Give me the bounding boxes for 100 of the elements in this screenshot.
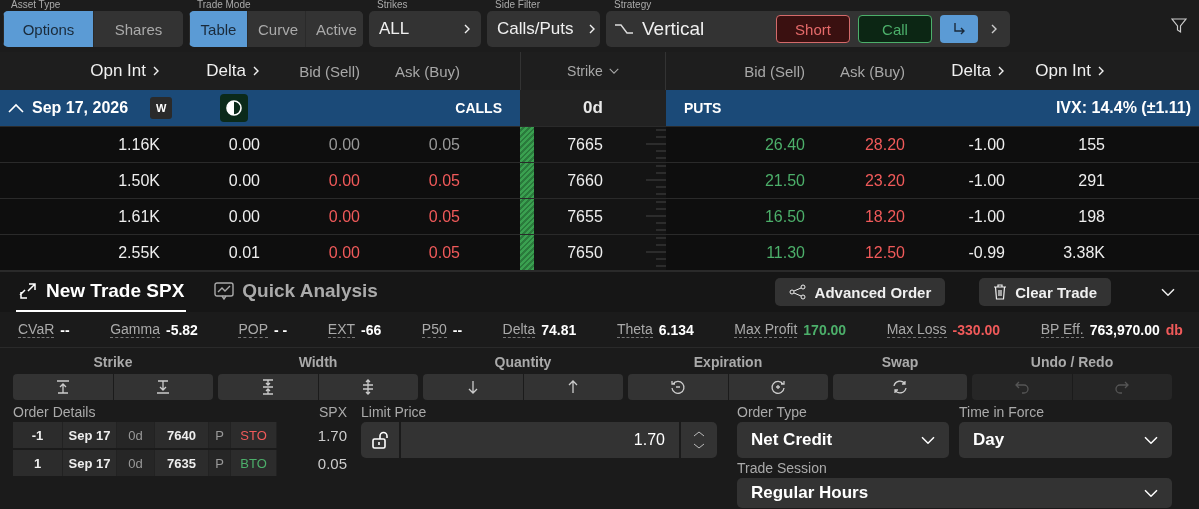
puts-label: PUTS: [683, 100, 722, 116]
panel-tab[interactable]: Quick Analysis: [212, 272, 380, 312]
trade-session-dropdown[interactable]: Regular Hours: [737, 478, 1172, 508]
metric-label: POP: [238, 321, 269, 338]
adjust-button[interactable]: [728, 374, 828, 400]
strike-cell: 7635: [155, 450, 209, 476]
bid-cell[interactable]: 21.50: [705, 171, 805, 190]
ask-cell[interactable]: 0.05: [360, 135, 460, 154]
segment-option[interactable]: Options: [3, 11, 93, 47]
ask-cell[interactable]: 0.05: [360, 171, 460, 190]
time-in-force-label: Time in Force: [959, 404, 1046, 422]
rewind-minus-icon: [669, 379, 686, 395]
metric-suffix: db: [1165, 321, 1183, 338]
metric-label: Gamma: [110, 321, 160, 338]
chevron-up-icon: [693, 431, 705, 437]
column-header[interactable]: Delta: [905, 61, 1005, 81]
ask-cell[interactable]: 0.05: [360, 207, 460, 226]
bid-cell[interactable]: 11.30: [705, 243, 805, 262]
column-header[interactable]: Bid (Sell): [705, 62, 805, 80]
column-header[interactable]: Bid (Sell): [260, 62, 360, 80]
adjust-button[interactable]: [628, 374, 728, 400]
date-cell: Sep 17: [63, 450, 117, 476]
metric-label: Max Loss: [886, 321, 947, 338]
metric-label: Delta: [502, 321, 536, 338]
clear-trade-button[interactable]: Clear Trade: [979, 278, 1111, 306]
limit-price-field[interactable]: 1.70: [401, 422, 679, 458]
strategy-name[interactable]: Vertical: [642, 18, 705, 40]
order-type-label: Order Type: [737, 404, 808, 422]
adjust-button[interactable]: [113, 374, 213, 400]
move-up-icon: [54, 379, 71, 395]
days-to-expiration: 0d: [520, 90, 666, 126]
delta-cell-text: 0.00: [227, 171, 260, 190]
ask-cell[interactable]: 28.20: [805, 135, 905, 154]
adjust-button[interactable]: [218, 374, 318, 400]
bid-cell[interactable]: 16.50: [705, 207, 805, 226]
adjuster-label: Swap: [880, 354, 920, 372]
column-header[interactable]: Opn Int: [1005, 61, 1105, 81]
adjust-button[interactable]: [13, 374, 113, 400]
limit-price-label: Limit Price: [361, 404, 428, 422]
chevron-down-icon: [1144, 435, 1158, 445]
metric-value: --: [60, 321, 70, 338]
open-interest-cell-text: 198: [1077, 207, 1105, 226]
call-button[interactable]: Call: [858, 15, 932, 43]
delta-cell-text: 0.00: [227, 207, 260, 226]
delta-cell-text: 0.01: [227, 243, 260, 262]
segment-option[interactable]: Active: [305, 11, 363, 47]
metric-value: 74.81: [541, 321, 577, 338]
bid-cell[interactable]: 26.40: [705, 135, 805, 154]
return-arrow-button[interactable]: [940, 15, 978, 43]
metric-label: Max Profit: [734, 321, 798, 338]
delta-cell-text: -1.00: [967, 135, 1005, 154]
chevron-down-icon: [921, 435, 935, 445]
strike-cell: 7640: [155, 422, 209, 448]
group-label: Strikes: [376, 0, 409, 11]
redo-icon: [1114, 379, 1131, 395]
collapse-caret-icon[interactable]: [8, 103, 24, 113]
open-interest-cell-text: 1.16K: [117, 135, 160, 154]
strike-cell-text: 7665: [566, 134, 604, 155]
bid-cell[interactable]: 0.00: [260, 243, 360, 262]
segment-option[interactable]: Shares: [93, 11, 183, 47]
column-header[interactable]: Ask (Buy): [360, 62, 460, 80]
delta-cell-text: -0.99: [967, 243, 1005, 262]
column-header[interactable]: Ask (Buy): [805, 62, 905, 80]
adjuster-label: Undo / Redo: [1029, 354, 1115, 372]
filter-icon[interactable]: [1171, 18, 1187, 34]
open-interest-cell-text: 291: [1077, 171, 1105, 190]
column-header[interactable]: Opn Int: [60, 61, 160, 81]
strikes-select[interactable]: ALL: [369, 11, 481, 47]
group-label: Asset Type: [10, 0, 62, 11]
order-details-label: Order Details: [13, 404, 97, 422]
adjust-button[interactable]: [318, 374, 418, 400]
delta-cell-text: -1.00: [967, 207, 1005, 226]
unlock-button[interactable]: [361, 422, 399, 458]
bid-cell[interactable]: 0.00: [260, 135, 360, 154]
leg-price: 0.05: [316, 453, 347, 474]
short-button[interactable]: Short: [776, 15, 850, 43]
ask-cell[interactable]: 12.50: [805, 243, 905, 262]
chevron-right-icon: [152, 65, 160, 77]
half-circle-icon[interactable]: [225, 99, 244, 117]
ask-cell[interactable]: 0.05: [360, 243, 460, 262]
bid-cell[interactable]: 0.00: [260, 207, 360, 226]
group-label: Strategy: [613, 0, 653, 11]
vertical-spread-icon: [614, 23, 634, 35]
metric-value: -66: [361, 321, 382, 338]
type-cell: P: [209, 422, 231, 448]
time-in-force-dropdown[interactable]: Day: [959, 422, 1172, 458]
side-filter-select[interactable]: Calls/Puts: [487, 11, 600, 47]
advanced-order-button[interactable]: Advanced Order: [774, 278, 946, 306]
quantity-cell: -1: [13, 422, 63, 448]
open-interest-cell-text: 3.38K: [1062, 243, 1105, 262]
column-header[interactable]: Delta: [160, 61, 260, 81]
ask-cell[interactable]: 23.20: [805, 171, 905, 190]
bid-cell[interactable]: 0.00: [260, 171, 360, 190]
ask-cell[interactable]: 18.20: [805, 207, 905, 226]
segment-option[interactable]: Table: [189, 11, 247, 47]
unlock-icon: [371, 431, 389, 449]
order-type-dropdown[interactable]: Net Credit: [737, 422, 949, 458]
strike-column-header[interactable]: Strike: [520, 52, 666, 90]
open-interest-cell-text: 1.61K: [117, 207, 160, 226]
panel-tab[interactable]: New Trade SPX: [16, 272, 187, 312]
